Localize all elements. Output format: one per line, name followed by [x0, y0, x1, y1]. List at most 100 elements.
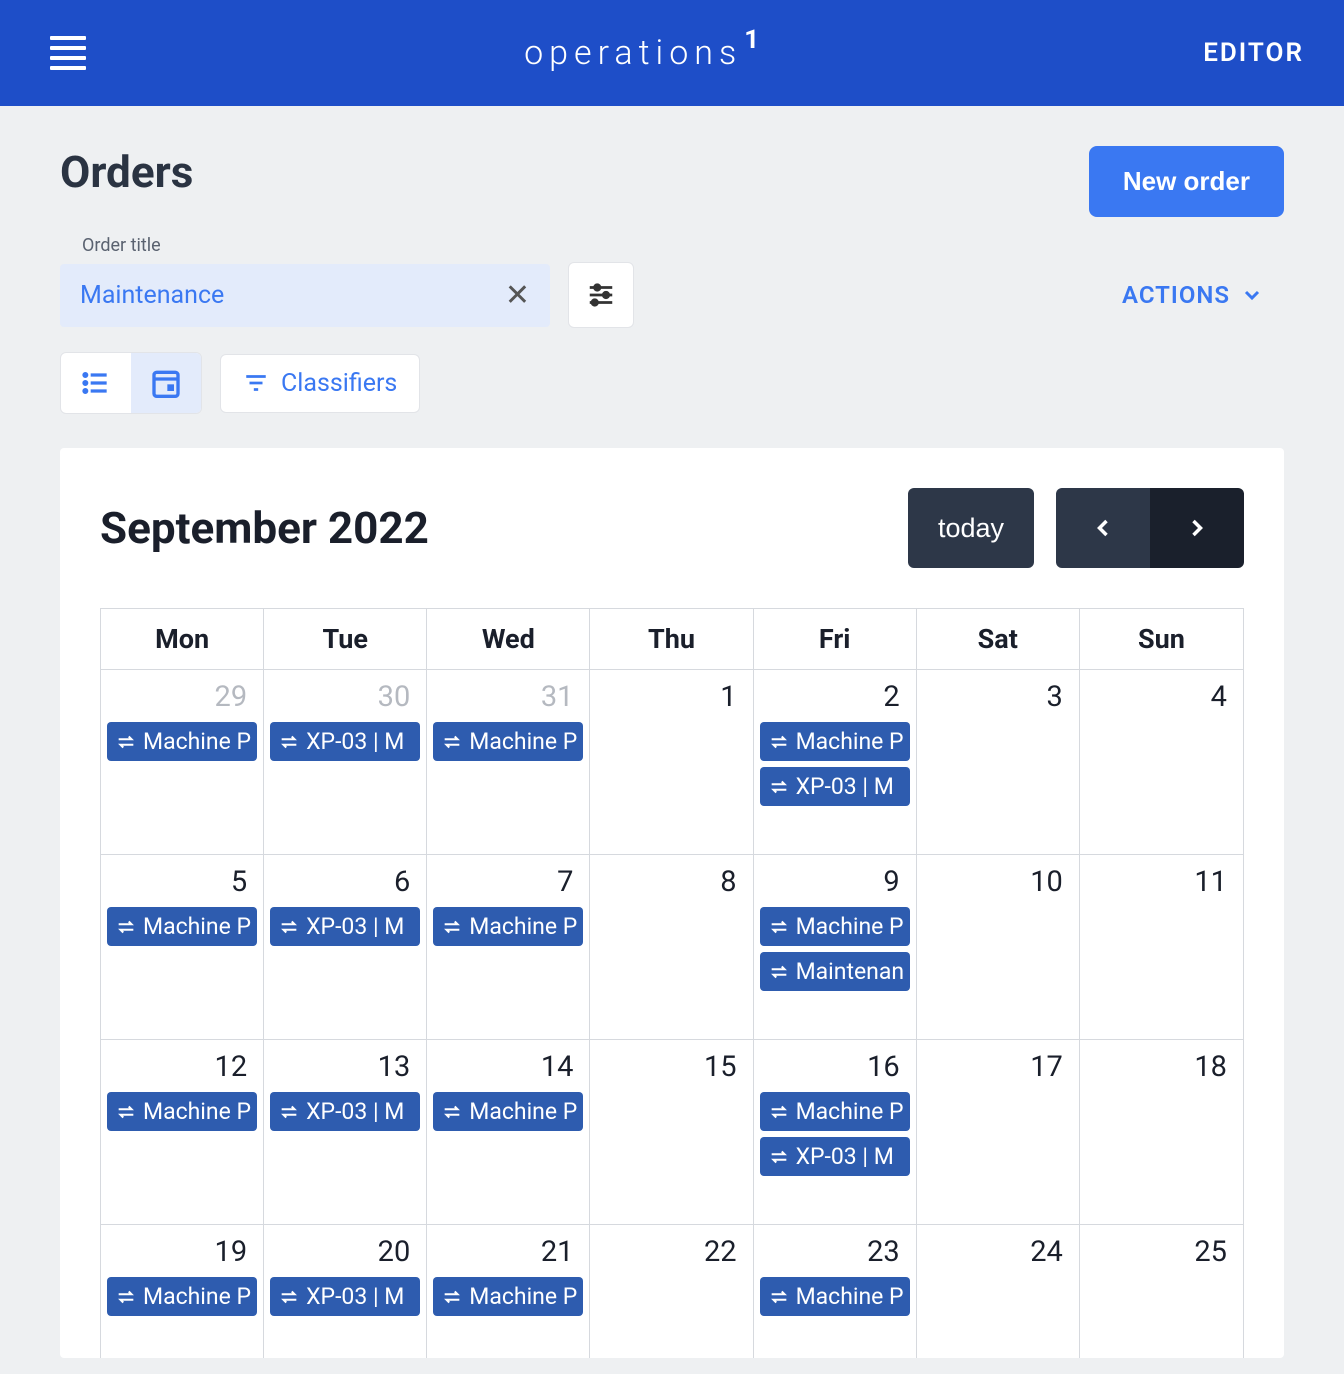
- day-number: 31: [433, 678, 583, 714]
- day-number: 29: [107, 678, 257, 714]
- calendar-cell[interactable]: 21 Machine P: [427, 1225, 590, 1358]
- actions-dropdown[interactable]: ACTIONS: [1122, 281, 1264, 309]
- calendar-cell[interactable]: 10: [917, 855, 1080, 1040]
- weekday-header: Fri: [754, 609, 917, 669]
- calendar-event[interactable]: Machine P: [107, 907, 257, 946]
- event-label: Machine P: [469, 1098, 577, 1125]
- calendar-event[interactable]: Machine P: [433, 907, 583, 946]
- calendar-cell[interactable]: 30XP-03 | M: [264, 670, 427, 855]
- calendar-cell[interactable]: 22: [590, 1225, 753, 1358]
- calendar-event[interactable]: Machine P: [760, 1092, 910, 1131]
- calendar-cell[interactable]: 4: [1080, 670, 1243, 855]
- swap-icon: [115, 1286, 137, 1308]
- calendar-event[interactable]: XP-03 | M: [270, 907, 420, 946]
- filter-sliders-button[interactable]: [568, 262, 634, 328]
- calendar-cell[interactable]: 12Machine P: [101, 1040, 264, 1225]
- calendar-event[interactable]: Machine P: [433, 1092, 583, 1131]
- calendar-cell[interactable]: 25: [1080, 1225, 1243, 1358]
- swap-icon: [441, 1286, 463, 1308]
- calendar-cell[interactable]: 24: [917, 1225, 1080, 1358]
- event-label: Machine P: [143, 728, 251, 755]
- weekday-header: Sat: [917, 609, 1080, 669]
- swap-icon: [278, 916, 300, 938]
- swap-icon: [768, 916, 790, 938]
- calendar-cell[interactable]: 13 XP-03 | M: [264, 1040, 427, 1225]
- day-number: 8: [596, 863, 746, 899]
- new-order-button[interactable]: New order: [1089, 146, 1284, 217]
- calendar-event[interactable]: Machine P: [107, 1092, 257, 1131]
- calendar-cell[interactable]: 17: [917, 1040, 1080, 1225]
- day-number: 16: [760, 1048, 910, 1084]
- calendar-event[interactable]: XP-03 | M: [270, 1277, 420, 1316]
- event-label: Maintenan: [796, 958, 905, 985]
- event-label: XP-03 | M: [306, 1098, 404, 1125]
- day-number: 3: [923, 678, 1073, 714]
- calendar-event[interactable]: Machine P: [760, 1277, 910, 1316]
- calendar-cell[interactable]: 14 Machine P: [427, 1040, 590, 1225]
- calendar-event[interactable]: Machine P: [760, 907, 910, 946]
- prev-month-button[interactable]: [1056, 488, 1150, 568]
- calendar-cell[interactable]: 9Machine PMaintenan: [754, 855, 917, 1040]
- event-label: XP-03 | M: [796, 1143, 894, 1170]
- day-number: 24: [923, 1233, 1073, 1269]
- order-title-input[interactable]: Maintenance ✕: [60, 264, 550, 327]
- calendar-event[interactable]: XP-03 | M: [270, 722, 420, 761]
- clear-icon[interactable]: ✕: [505, 278, 530, 313]
- event-label: Machine P: [469, 1283, 577, 1310]
- calendar-event[interactable]: Machine P: [107, 722, 257, 761]
- calendar-cell[interactable]: 31 Machine P: [427, 670, 590, 855]
- next-month-button[interactable]: [1150, 488, 1244, 568]
- calendar-cell[interactable]: 1: [590, 670, 753, 855]
- swap-icon: [278, 731, 300, 753]
- calendar-event[interactable]: XP-03 | M: [270, 1092, 420, 1131]
- calendar-cell[interactable]: 5Machine P: [101, 855, 264, 1040]
- calendar-event[interactable]: Machine P: [760, 722, 910, 761]
- day-number: 13: [270, 1048, 420, 1084]
- swap-icon: [115, 731, 137, 753]
- calendar-cell[interactable]: 19Machine P: [101, 1225, 264, 1358]
- calendar-event[interactable]: XP-03 | M: [760, 1137, 910, 1176]
- list-view-button[interactable]: [61, 353, 131, 413]
- day-number: 22: [596, 1233, 746, 1269]
- calendar-cell[interactable]: 20 XP-03 | M: [264, 1225, 427, 1358]
- calendar-cell[interactable]: 23Machine P: [754, 1225, 917, 1358]
- calendar-cell[interactable]: 18: [1080, 1040, 1243, 1225]
- day-number: 15: [596, 1048, 746, 1084]
- day-number: 1: [596, 678, 746, 714]
- calendar-cell[interactable]: 7 Machine P: [427, 855, 590, 1040]
- day-number: 21: [433, 1233, 583, 1269]
- calendar-card: September 2022 today MonTueWedThuFriSatS…: [60, 448, 1284, 1358]
- calendar-cell[interactable]: 11: [1080, 855, 1243, 1040]
- event-label: Machine P: [469, 728, 577, 755]
- calendar-event[interactable]: Machine P: [433, 722, 583, 761]
- calendar-event[interactable]: Machine P: [433, 1277, 583, 1316]
- calendar-icon: [150, 367, 182, 399]
- classifiers-button[interactable]: Classifiers: [220, 354, 420, 413]
- calendar-cell[interactable]: 29 Machine P: [101, 670, 264, 855]
- day-number: 20: [270, 1233, 420, 1269]
- weekday-header: Sun: [1080, 609, 1243, 669]
- calendar-cell[interactable]: 8: [590, 855, 753, 1040]
- day-number: 7: [433, 863, 583, 899]
- sliders-icon: [586, 280, 616, 310]
- calendar-event[interactable]: Maintenan: [760, 952, 910, 991]
- day-number: 25: [1086, 1233, 1237, 1269]
- swap-icon: [768, 1101, 790, 1123]
- calendar-cell[interactable]: 3: [917, 670, 1080, 855]
- event-label: XP-03 | M: [306, 913, 404, 940]
- chevron-right-icon: [1183, 514, 1211, 542]
- event-label: Machine P: [796, 913, 904, 940]
- calendar-cell[interactable]: 15: [590, 1040, 753, 1225]
- menu-icon[interactable]: [50, 36, 86, 70]
- event-label: Machine P: [143, 1283, 251, 1310]
- calendar-event[interactable]: Machine P: [107, 1277, 257, 1316]
- topbar: operations1 EDITOR: [0, 0, 1344, 106]
- calendar-view-button[interactable]: [131, 353, 201, 413]
- today-button[interactable]: today: [908, 488, 1034, 568]
- calendar-event[interactable]: XP-03 | M: [760, 767, 910, 806]
- order-title-label: Order title: [82, 235, 1284, 256]
- day-number: 14: [433, 1048, 583, 1084]
- calendar-cell[interactable]: 16 Machine P XP-03 | M: [754, 1040, 917, 1225]
- calendar-cell[interactable]: 2Machine PXP-03 | M: [754, 670, 917, 855]
- calendar-cell[interactable]: 6XP-03 | M: [264, 855, 427, 1040]
